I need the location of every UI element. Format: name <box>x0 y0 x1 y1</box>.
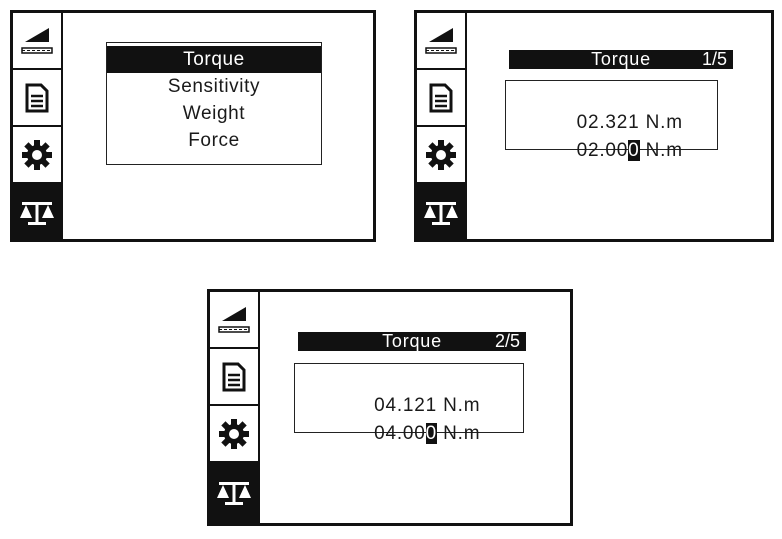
gear-icon <box>426 139 456 170</box>
screen-mode-menu: Torque Sensitivity Weight Force <box>10 10 376 242</box>
menu-item-force[interactable]: Force <box>107 127 321 154</box>
edit-cursor[interactable]: 0 <box>425 423 438 444</box>
mode-title: Torque <box>591 49 651 69</box>
tab-records[interactable] <box>13 70 61 127</box>
mode-menu: Torque Sensitivity Weight Force <box>106 42 322 165</box>
mode-header: Torque 2/5 <box>298 332 526 351</box>
page-indicator: 1/5 <box>701 49 727 69</box>
tab-settings[interactable] <box>210 406 258 463</box>
tab-records[interactable] <box>210 349 258 406</box>
tab-records[interactable] <box>417 70 465 127</box>
tab-angle[interactable] <box>417 13 465 70</box>
tab-angle[interactable] <box>210 292 258 349</box>
tab-calibration[interactable] <box>210 463 258 523</box>
sidebar <box>210 292 260 523</box>
angle-ruler-icon <box>21 27 53 54</box>
tab-calibration[interactable] <box>417 184 465 241</box>
angle-ruler-icon <box>425 27 457 54</box>
gear-icon <box>22 139 52 170</box>
document-icon <box>25 83 49 112</box>
screen-torque-1: Torque 1/5 02.321 N.m 02.000 N.m <box>414 10 774 242</box>
menu-item-weight[interactable]: Weight <box>107 100 321 127</box>
setpoint-row[interactable]: 04.000 N.m <box>295 401 523 467</box>
tab-angle[interactable] <box>13 13 61 70</box>
sidebar <box>417 13 467 241</box>
balance-scale-icon <box>20 201 54 225</box>
edit-cursor[interactable]: 0 <box>628 140 640 161</box>
setpoint-value[interactable]: 02.00 <box>577 140 629 161</box>
setpoint-unit: N.m <box>645 140 683 161</box>
mode-title: Torque <box>382 331 442 351</box>
setpoint-row[interactable]: 02.000 N.m <box>506 118 717 184</box>
value-panel: 04.121 N.m 04.000 N.m <box>294 363 524 444</box>
tab-calibration[interactable] <box>13 184 61 241</box>
balance-scale-icon <box>424 201 458 225</box>
gear-icon <box>219 418 249 449</box>
menu-item-torque[interactable]: Torque <box>107 46 321 73</box>
balance-scale-icon <box>217 482 251 505</box>
page-indicator: 2/5 <box>494 331 520 351</box>
tab-settings[interactable] <box>13 127 61 184</box>
screen-torque-2: Torque 2/5 04.121 N.m 04.000 N.m <box>207 289 573 526</box>
setpoint-value[interactable]: 04.00 <box>374 423 426 444</box>
menu-item-sensitivity[interactable]: Sensitivity <box>107 73 321 100</box>
value-panel: 02.321 N.m 02.000 N.m <box>505 80 718 161</box>
angle-ruler-icon <box>218 306 250 333</box>
sidebar <box>13 13 63 241</box>
document-icon <box>222 362 246 391</box>
setpoint-unit: N.m <box>443 423 481 444</box>
tab-settings[interactable] <box>417 127 465 184</box>
mode-header: Torque 1/5 <box>509 50 733 69</box>
document-icon <box>429 83 453 112</box>
